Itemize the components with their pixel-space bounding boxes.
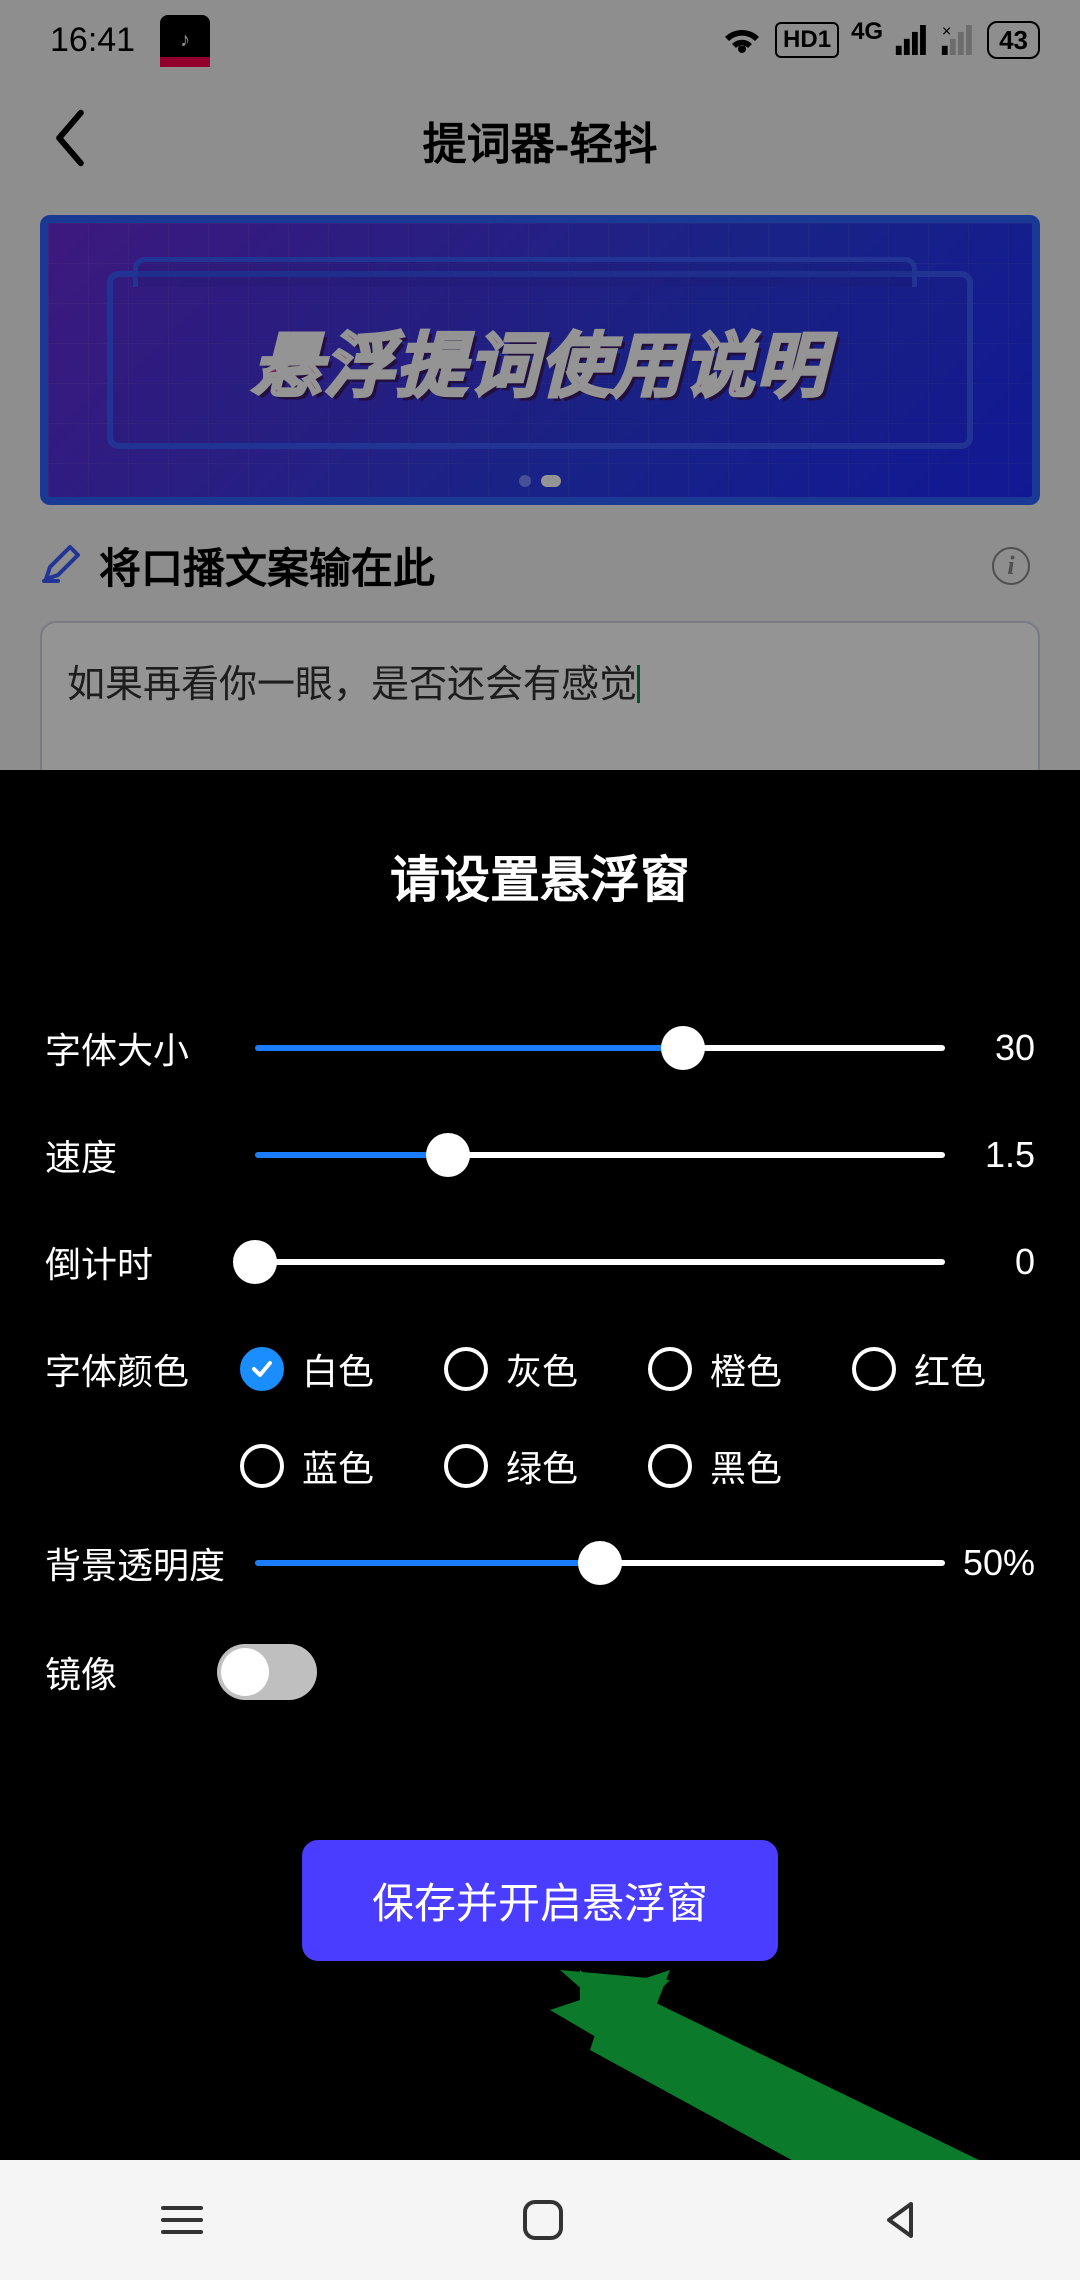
android-navbar	[0, 2160, 1080, 2280]
countdown-value: 0	[945, 1241, 1035, 1283]
slider-thumb[interactable]	[233, 1240, 277, 1284]
font-color-section: 字体颜色 白色 灰色 橙色 红色	[45, 1343, 1035, 1492]
font-size-row: 字体大小 30	[45, 1022, 1035, 1074]
font-size-value: 30	[945, 1027, 1035, 1069]
radio-icon	[240, 1444, 284, 1488]
speed-slider[interactable]	[255, 1135, 945, 1175]
nav-back-button[interactable]	[879, 2198, 923, 2242]
font-size-label: 字体大小	[45, 1022, 255, 1074]
countdown-label: 倒计时	[45, 1236, 255, 1288]
nav-recent-button[interactable]	[157, 2200, 207, 2240]
opacity-label: 背景透明度	[45, 1537, 255, 1589]
sheet-title: 请设置悬浮窗	[45, 840, 1035, 912]
radio-icon	[444, 1347, 488, 1391]
slider-thumb[interactable]	[661, 1026, 705, 1070]
color-option-black[interactable]: 黑色	[648, 1440, 782, 1492]
color-label: 黑色	[710, 1440, 782, 1492]
nav-home-button[interactable]	[520, 2197, 566, 2243]
color-label: 红色	[914, 1343, 986, 1395]
color-option-blue[interactable]: 蓝色	[240, 1440, 374, 1492]
radio-checked-icon	[240, 1347, 284, 1391]
settings-sheet: 请设置悬浮窗 字体大小 30 速度 1.5 倒计时 0 字体颜色	[0, 770, 1080, 2160]
opacity-row: 背景透明度 50%	[45, 1537, 1035, 1589]
countdown-slider[interactable]	[255, 1242, 945, 1282]
color-label: 灰色	[506, 1343, 578, 1395]
color-option-white[interactable]: 白色	[240, 1343, 374, 1395]
color-label: 橙色	[710, 1343, 782, 1395]
color-option-gray[interactable]: 灰色	[444, 1343, 578, 1395]
slider-thumb[interactable]	[578, 1541, 622, 1585]
font-size-slider[interactable]	[255, 1028, 945, 1068]
font-color-label: 字体颜色	[45, 1343, 240, 1395]
slider-thumb[interactable]	[426, 1133, 470, 1177]
color-label: 蓝色	[302, 1440, 374, 1492]
speed-label: 速度	[45, 1129, 255, 1181]
opacity-value: 50%	[945, 1542, 1035, 1584]
speed-row: 速度 1.5	[45, 1129, 1035, 1181]
mirror-label: 镜像	[45, 1646, 117, 1698]
color-label: 白色	[302, 1343, 374, 1395]
countdown-row: 倒计时 0	[45, 1236, 1035, 1288]
color-option-orange[interactable]: 橙色	[648, 1343, 782, 1395]
radio-icon	[648, 1444, 692, 1488]
mirror-row: 镜像	[45, 1644, 1035, 1700]
radio-icon	[852, 1347, 896, 1391]
speed-value: 1.5	[945, 1134, 1035, 1176]
save-and-open-button[interactable]: 保存并开启悬浮窗	[302, 1840, 778, 1961]
color-option-green[interactable]: 绿色	[444, 1440, 578, 1492]
opacity-slider[interactable]	[255, 1543, 945, 1583]
color-option-red[interactable]: 红色	[852, 1343, 986, 1395]
mirror-toggle[interactable]	[217, 1644, 317, 1700]
radio-icon	[444, 1444, 488, 1488]
radio-icon	[648, 1347, 692, 1391]
color-label: 绿色	[506, 1440, 578, 1492]
